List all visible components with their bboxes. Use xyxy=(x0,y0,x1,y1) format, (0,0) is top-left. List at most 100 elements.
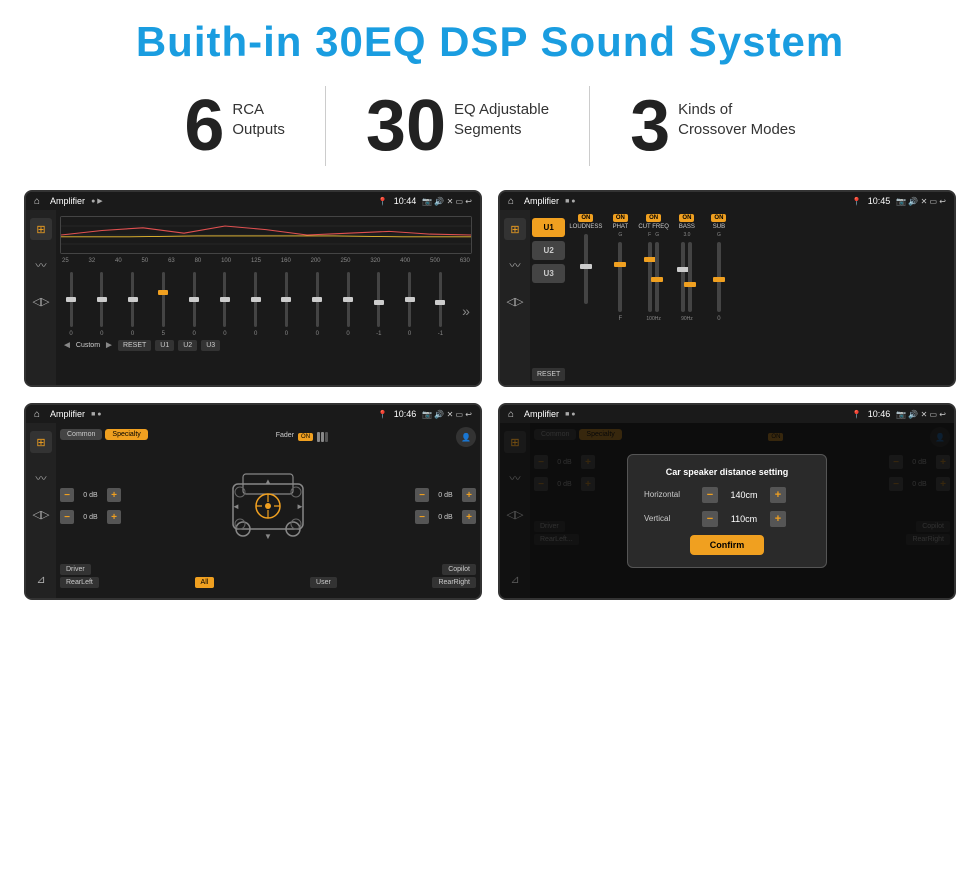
eq-wave-icon[interactable]: 〰 xyxy=(30,254,52,276)
stat-crossover: 3 Kinds ofCrossover Modes xyxy=(590,90,836,162)
eq-main-content: 253240506380100125160200250320400500630 … xyxy=(56,210,480,385)
eq-slider-13[interactable]: -1 xyxy=(431,272,449,337)
user-btn[interactable]: User xyxy=(310,577,337,588)
stat-number-3: 3 xyxy=(630,90,670,162)
crossover-pin-icon: 📍 xyxy=(852,197,862,206)
eq-reset-btn[interactable]: RESET xyxy=(118,340,151,351)
fader-wave-icon[interactable]: 〰 xyxy=(30,467,52,489)
eq-slider-9[interactable]: 0 xyxy=(308,272,326,337)
rear-left-plus[interactable]: + xyxy=(107,510,121,524)
u3-button[interactable]: U3 xyxy=(532,264,565,283)
eq-slider-5[interactable]: 0 xyxy=(185,272,203,337)
u1-button[interactable]: U1 xyxy=(532,218,565,237)
crossover-screen-body: ⊞ 〰 ◁▷ U1 U2 U3 RESET ON LOUDNESS xyxy=(500,210,954,385)
sub-val-top: G xyxy=(717,232,721,238)
eq-slider-2[interactable]: 0 xyxy=(93,272,111,337)
cutfreq-label: CUT FREQ xyxy=(638,224,669,230)
fader-filter-icon[interactable]: ⊞ xyxy=(30,431,52,453)
bass-slider-1[interactable] xyxy=(681,242,685,312)
vertical-plus-btn[interactable]: + xyxy=(770,511,786,527)
vertical-value: 110cm xyxy=(724,514,764,524)
bass-col: ON BASS 3.0 90Hz xyxy=(673,214,701,381)
eq-slider-11[interactable]: -1 xyxy=(370,272,388,337)
rear-left-btn[interactable]: RearLeft xyxy=(60,577,99,588)
eq-slider-1[interactable]: 0 xyxy=(62,272,80,337)
rear-left-minus[interactable]: − xyxy=(60,510,74,524)
fader-status-bar: ⌂ Amplifier ■ ● 📍 10:46 📷 🔊 ✕ ▭ ↩ xyxy=(26,405,480,423)
stats-row: 6 RCAOutputs 30 EQ AdjustableSegments 3 … xyxy=(0,76,980,182)
eq-speaker-icon[interactable]: ◁▷ xyxy=(30,290,52,312)
eq-slider-6[interactable]: 0 xyxy=(216,272,234,337)
svg-text:►: ► xyxy=(296,502,304,511)
rear-right-minus[interactable]: − xyxy=(415,510,429,524)
crossover-status-bar: ⌂ Amplifier ■ ● 📍 10:45 📷 🔊 ✕ ▭ ↩ xyxy=(500,192,954,210)
crossover-filter-icon[interactable]: ⊞ xyxy=(504,218,526,240)
front-left-plus[interactable]: + xyxy=(107,488,121,502)
eq-pin-icon: 📍 xyxy=(378,197,388,206)
crossover-wave-icon[interactable]: 〰 xyxy=(504,254,526,276)
sub-slider[interactable] xyxy=(717,242,721,312)
front-right-minus[interactable]: − xyxy=(415,488,429,502)
loudness-slider[interactable] xyxy=(584,234,588,304)
crossover-sidebar: ⊞ 〰 ◁▷ xyxy=(500,210,530,385)
crossover-reset-btn[interactable]: RESET xyxy=(532,368,565,381)
u2-button[interactable]: U2 xyxy=(532,241,565,260)
right-db-controls: − 0 dB + − 0 dB + xyxy=(415,488,476,524)
fader-speaker-icon[interactable]: ◁▷ xyxy=(30,503,52,525)
crossover-time: 10:45 xyxy=(868,196,891,206)
page-title: Buith-in 30EQ DSP Sound System xyxy=(0,18,980,66)
bass-sliders xyxy=(681,240,692,314)
all-btn[interactable]: All xyxy=(195,577,215,588)
eq-u2-btn[interactable]: U2 xyxy=(178,340,197,351)
stat-number-6: 6 xyxy=(184,90,224,162)
rear-right-plus[interactable]: + xyxy=(462,510,476,524)
vertical-minus-btn[interactable]: − xyxy=(702,511,718,527)
copilot-btn[interactable]: Copilot xyxy=(442,564,476,575)
horizontal-row: Horizontal − 140cm + xyxy=(644,487,810,503)
front-left-minus[interactable]: − xyxy=(60,488,74,502)
loudness-col: ON LOUDNESS xyxy=(569,214,602,381)
driver-btn[interactable]: Driver xyxy=(60,564,91,575)
fader-dots: ■ ● xyxy=(91,411,101,418)
fader-specialty-tab[interactable]: Specialty xyxy=(105,429,147,440)
confirm-button[interactable]: Confirm xyxy=(690,535,765,555)
fader-screen-body: ⊞ 〰 ◁▷ ⊿ Common Specialty Fader ON xyxy=(26,423,480,598)
eq-slider-12[interactable]: 0 xyxy=(401,272,419,337)
distance-status-bar: ⌂ Amplifier ■ ● 📍 10:46 📷 🔊 ✕ ▭ ↩ xyxy=(500,405,954,423)
phat-slider[interactable] xyxy=(618,242,622,312)
distance-screen-title: Amplifier xyxy=(524,409,559,419)
crossover-screen-title: Amplifier xyxy=(524,196,559,206)
cutfreq-slider-2[interactable] xyxy=(655,242,659,312)
front-right-plus[interactable]: + xyxy=(462,488,476,502)
vertical-row: Vertical − 110cm + xyxy=(644,511,810,527)
eq-next-arrow[interactable]: ► xyxy=(104,340,114,351)
fader-vol-icon[interactable]: ⊿ xyxy=(30,568,52,590)
bass-slider-2[interactable] xyxy=(688,242,692,312)
dialog-title: Car speaker distance setting xyxy=(644,467,810,477)
eq-slider-4[interactable]: 5 xyxy=(154,272,172,337)
cutfreq-on: ON xyxy=(646,214,661,222)
eq-u1-btn[interactable]: U1 xyxy=(155,340,174,351)
distance-status-icons: 📷 🔊 ✕ ▭ ↩ xyxy=(896,410,946,419)
fader-common-tab[interactable]: Common xyxy=(60,429,102,440)
eq-prev-arrow[interactable]: ◄ xyxy=(62,340,72,351)
eq-filter-icon[interactable]: ⊞ xyxy=(30,218,52,240)
eq-screen-title: Amplifier xyxy=(50,196,85,206)
phat-col: ON PHAT G F xyxy=(606,214,634,381)
stat-label-crossover: Kinds ofCrossover Modes xyxy=(678,90,796,139)
front-right-db-val: 0 dB xyxy=(433,492,458,499)
rear-left-db-val: 0 dB xyxy=(78,514,103,521)
car-svg-container: ▲ ▼ ◄ ► xyxy=(125,464,411,549)
crossover-speaker-icon[interactable]: ◁▷ xyxy=(504,290,526,312)
eq-slider-7[interactable]: 0 xyxy=(247,272,265,337)
rear-right-btn[interactable]: RearRight xyxy=(432,577,476,588)
distance-dots: ■ ● xyxy=(565,411,575,418)
eq-slider-10[interactable]: 0 xyxy=(339,272,357,337)
rear-right-db-val: 0 dB xyxy=(433,514,458,521)
horizontal-minus-btn[interactable]: − xyxy=(702,487,718,503)
eq-slider-3[interactable]: 0 xyxy=(124,272,142,337)
horizontal-plus-btn[interactable]: + xyxy=(770,487,786,503)
eq-u3-btn[interactable]: U3 xyxy=(201,340,220,351)
eq-slider-8[interactable]: 0 xyxy=(277,272,295,337)
distance-time: 10:46 xyxy=(868,409,891,419)
